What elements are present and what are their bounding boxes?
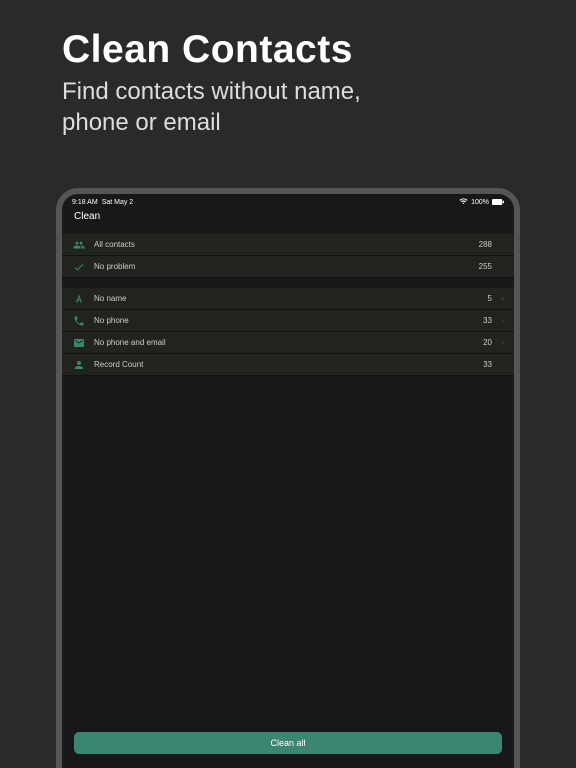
status-time: 9:18 AM (72, 199, 98, 206)
row-label: No phone (94, 316, 483, 325)
clean-all-button[interactable]: Clean all (74, 732, 502, 754)
promo-title: Clean Contacts (0, 0, 576, 72)
status-right: 100% (459, 198, 504, 207)
person-count-icon (72, 358, 86, 372)
phone-icon (72, 314, 86, 328)
row-count: 5 (488, 294, 492, 303)
battery-icon (492, 199, 504, 207)
row-count: 33 (483, 316, 492, 325)
nav-title: Clean (62, 209, 514, 228)
row-label: No problem (94, 262, 479, 271)
status-date: Sat May 2 (102, 199, 134, 206)
row-count: 20 (483, 338, 492, 347)
chevron-right-icon: › (498, 338, 504, 347)
row-label: No phone and email (94, 338, 483, 347)
chevron-right-icon: › (498, 316, 504, 325)
list-section-issues: No name 5 › No phone 33 › No phone and e… (62, 288, 514, 376)
row-count: 255 (479, 262, 492, 271)
row-record-count[interactable]: Record Count 33 › (62, 354, 514, 376)
check-icon (72, 260, 86, 274)
row-no-problem[interactable]: No problem 255 › (62, 256, 514, 278)
bottom-button-area: Clean all (62, 724, 514, 768)
row-label: Record Count (94, 360, 483, 369)
app-screen: 9:18 AM Sat May 2 100% Clean All contact… (62, 194, 514, 768)
promo-subtitle: Find contacts without name, phone or ema… (0, 72, 576, 138)
row-all-contacts[interactable]: All contacts 288 › (62, 234, 514, 256)
row-no-phone[interactable]: No phone 33 › (62, 310, 514, 332)
row-no-name[interactable]: No name 5 › (62, 288, 514, 310)
status-bar: 9:18 AM Sat May 2 100% (62, 194, 514, 209)
promo-subtitle-line1: Find contacts without name, (62, 78, 361, 105)
chevron-right-icon: › (498, 294, 504, 303)
row-label: No name (94, 294, 488, 303)
mail-icon (72, 336, 86, 350)
wifi-icon (459, 198, 468, 207)
row-no-phone-email[interactable]: No phone and email 20 › (62, 332, 514, 354)
status-battery-pct: 100% (471, 199, 489, 206)
row-count: 33 (483, 360, 492, 369)
people-icon (72, 238, 86, 252)
row-count: 288 (479, 240, 492, 249)
promo-subtitle-line2: phone or email (62, 109, 221, 136)
letter-icon (72, 292, 86, 306)
row-label: All contacts (94, 240, 479, 249)
list-section-summary: All contacts 288 › No problem 255 › (62, 234, 514, 278)
device-frame: 9:18 AM Sat May 2 100% Clean All contact… (56, 188, 520, 768)
status-left: 9:18 AM Sat May 2 (72, 199, 133, 206)
